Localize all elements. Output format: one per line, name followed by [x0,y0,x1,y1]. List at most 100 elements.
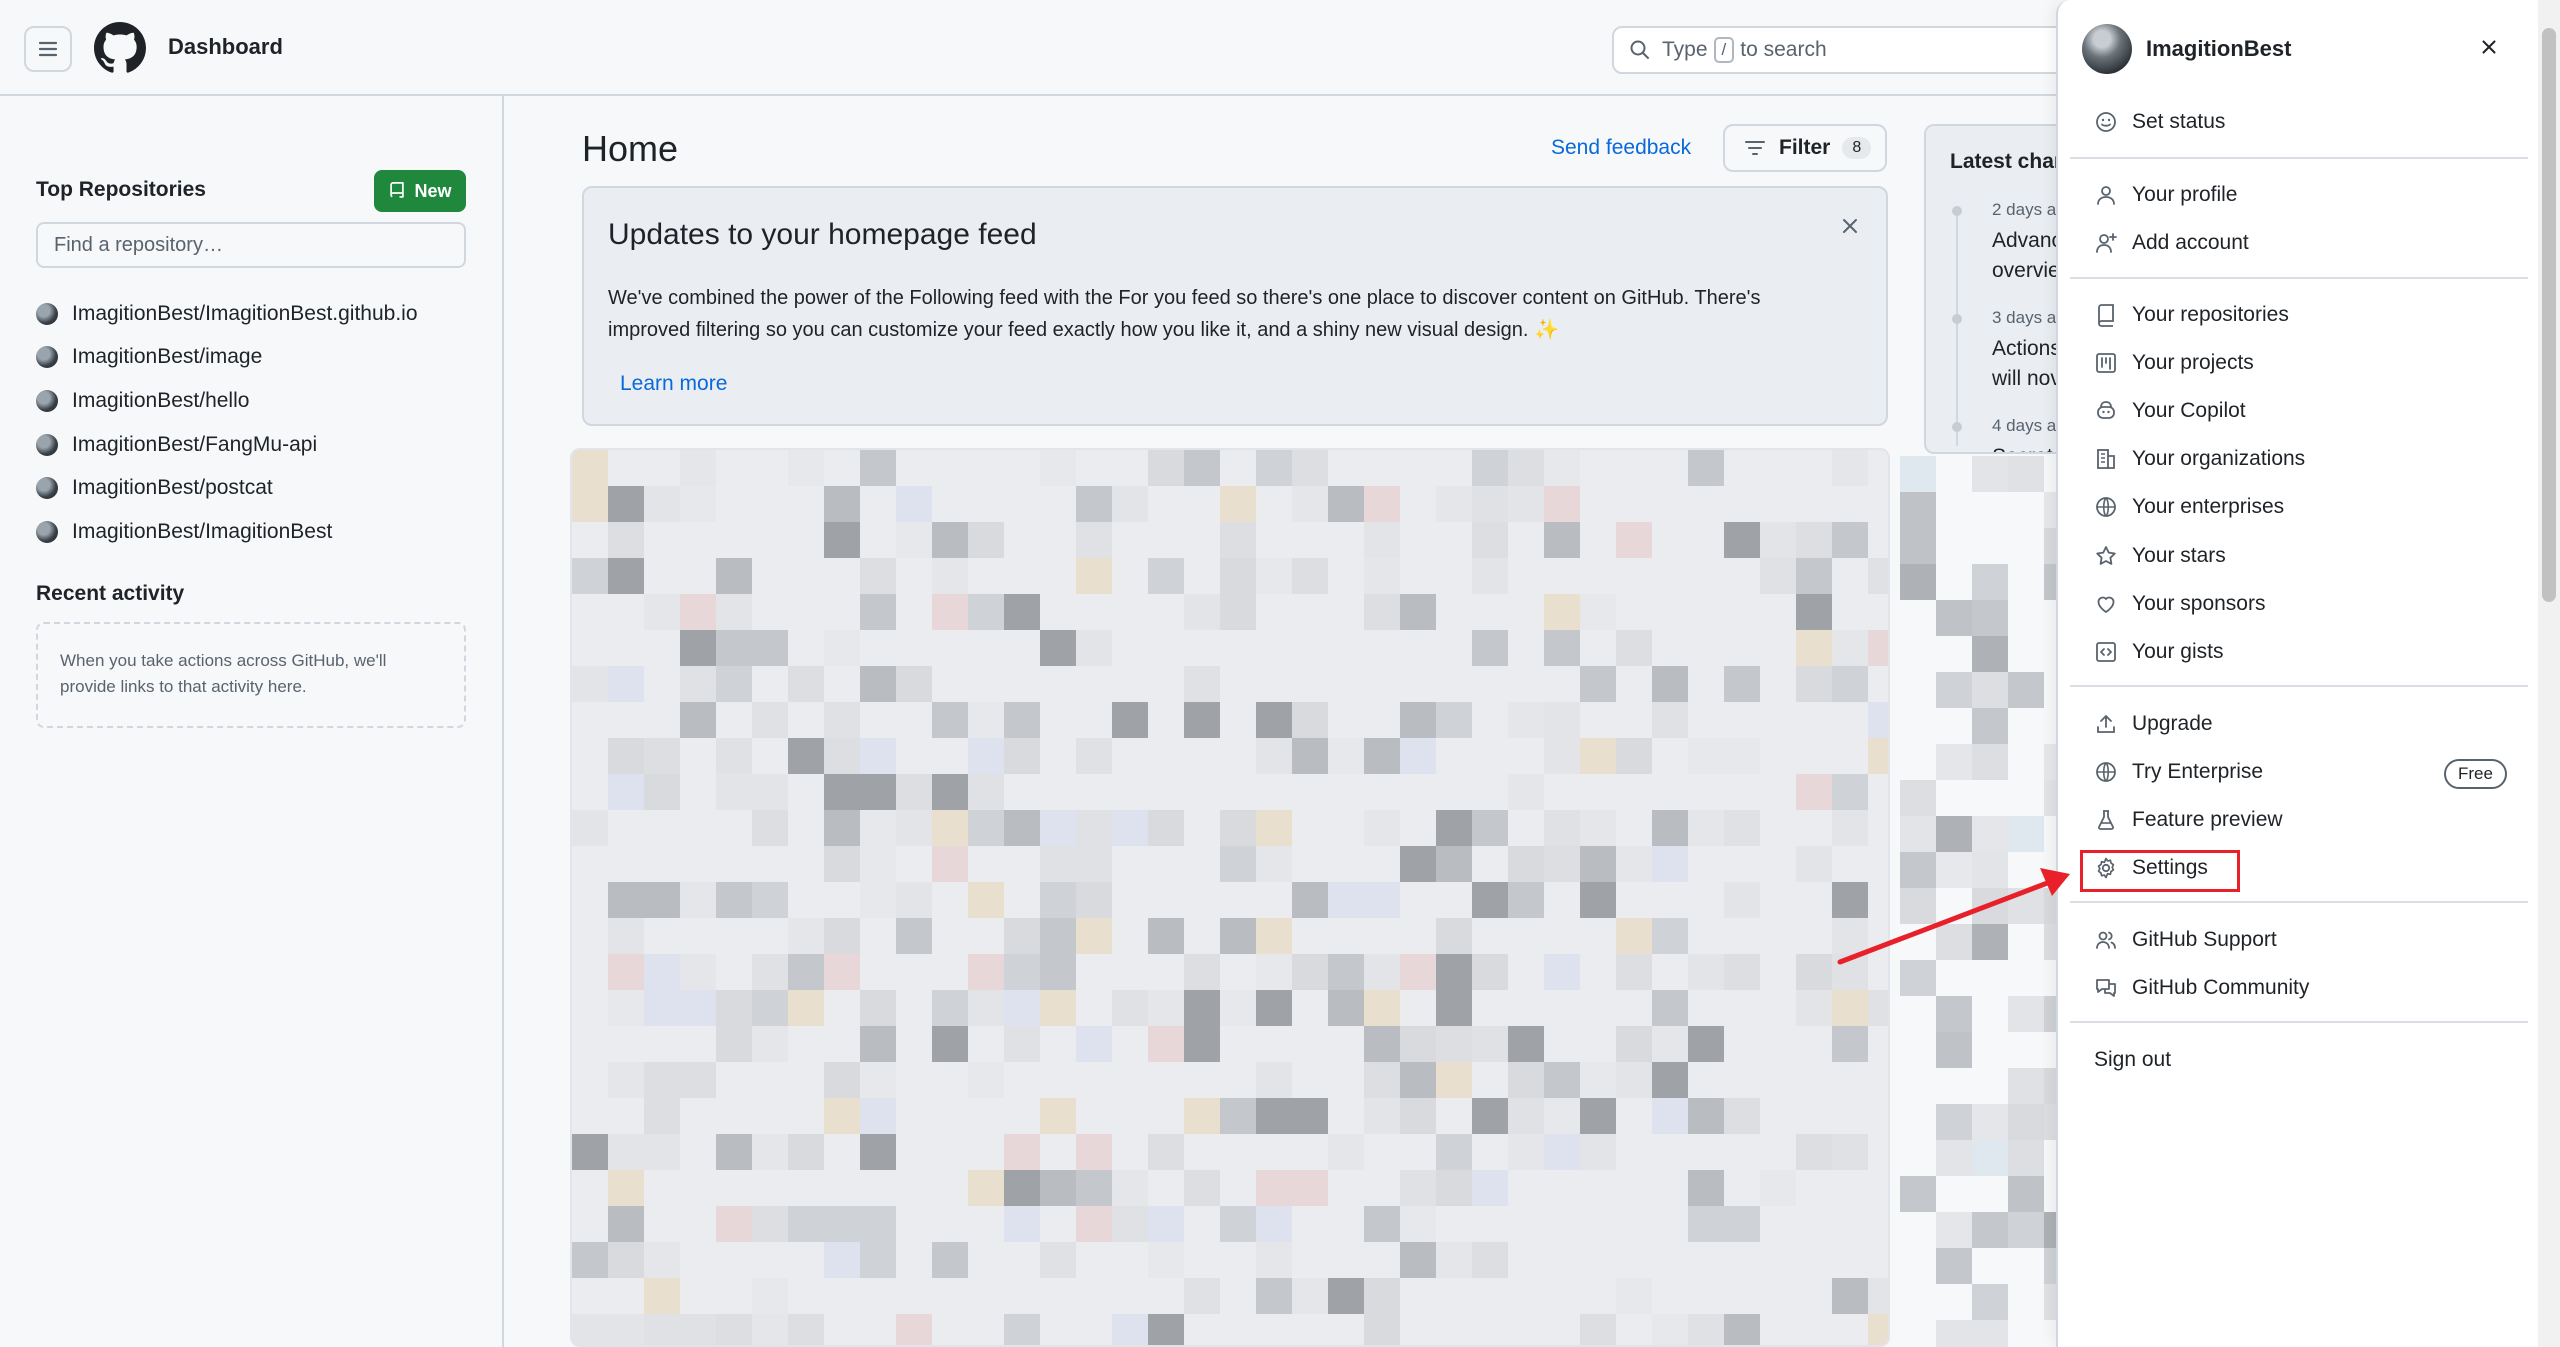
menu-item-your-organizations[interactable]: Your organizations [2094,439,2305,479]
search-input[interactable]: Type / to search [1612,26,2072,74]
repo-link[interactable]: ImagitionBest/image [36,336,418,380]
repo-link[interactable]: ImagitionBest/ImagitionBest [36,510,418,554]
blur-pixel [680,1314,716,1345]
blur-pixel [1076,486,1112,522]
blur-pixel [860,882,896,918]
blur-pixel [1832,1278,1868,1314]
blur-pixel [1972,816,2008,852]
blur-pixel [1004,1170,1040,1206]
menu-item-your-profile[interactable]: Your profile [2094,175,2237,215]
blur-pixel [2008,1212,2044,1248]
menu-item-your-sponsors[interactable]: Your sponsors [2094,584,2265,624]
blur-pixel [1544,630,1580,666]
blur-pixel [824,1098,860,1134]
menu-item-feature-preview[interactable]: Feature preview [2094,800,2283,840]
blur-pixel [860,1026,896,1062]
blur-pixel [1292,702,1328,738]
blur-pixel [1832,630,1868,666]
blur-pixel [860,990,896,1026]
blur-pixel [1328,954,1364,990]
change-title[interactable]: Actions [1992,334,2061,364]
blur-pixel [1148,990,1184,1026]
blur-pixel [1040,882,1076,918]
blur-pixel [1472,1242,1508,1278]
blur-pixel [1900,492,1936,528]
menu-item-sign-out[interactable]: Sign out [2094,1040,2171,1080]
menu-item-try-enterprise[interactable]: Try Enterprise [2094,752,2263,792]
send-feedback-link[interactable]: Send feedback [1551,136,1691,160]
blur-pixel [1256,810,1292,846]
blur-pixel [752,1134,788,1170]
blur-pixel [644,882,680,918]
blur-pixel [1832,810,1868,846]
blur-pixel [1508,882,1544,918]
blur-pixel [1184,1170,1220,1206]
blur-pixel [1796,630,1832,666]
repo-link[interactable]: ImagitionBest/hello [36,379,418,423]
search-prefix-text: Type [1662,38,1708,61]
blur-pixel [824,486,860,522]
blur-pixel [1256,1206,1292,1242]
repo-link[interactable]: ImagitionBest/ImagitionBest.github.io [36,292,418,336]
github-logo-icon[interactable] [94,22,146,74]
close-icon[interactable] [1838,214,1862,238]
repo-link[interactable]: ImagitionBest/FangMu-api [36,423,418,467]
menu-item-your-gists[interactable]: Your gists [2094,632,2223,672]
menu-item-set-status[interactable]: Set status [2094,102,2225,142]
blur-pixel [860,1134,896,1170]
find-repository-input[interactable]: Find a repository… [36,222,466,268]
blur-pixel [1616,918,1652,954]
blur-pixel [896,1314,932,1345]
menu-item-upgrade[interactable]: Upgrade [2094,704,2213,744]
vertical-scrollbar[interactable] [2538,0,2560,1347]
change-title[interactable]: Advanc [1992,226,2062,256]
repo-link[interactable]: ImagitionBest/postcat [36,466,418,510]
blur-pixel [1936,1320,1972,1347]
blur-pixel [1004,738,1040,774]
filter-button[interactable]: Filter 8 [1723,124,1887,172]
menu-item-your-projects[interactable]: Your projects [2094,343,2254,383]
blur-pixel [1436,954,1472,990]
blur-pixel [1220,522,1256,558]
change-title[interactable]: will nov [1992,364,2061,394]
change-title[interactable]: overvie [1992,256,2060,286]
menu-item-github-community[interactable]: GitHub Community [2094,968,2309,1008]
blur-pixel [1076,846,1112,882]
avatar[interactable] [2082,24,2132,74]
blur-pixel [1256,738,1292,774]
filter-label: Filter [1779,136,1831,159]
menu-item-your-stars[interactable]: Your stars [2094,536,2226,576]
blur-pixel [1076,522,1112,558]
blur-pixel [1544,1098,1580,1134]
change-title[interactable]: Secret [1992,442,2053,452]
blur-pixel [788,954,824,990]
scrollbar-thumb[interactable] [2542,28,2556,602]
menu-item-github-support[interactable]: GitHub Support [2094,920,2277,960]
blur-pixel [1148,450,1184,486]
blur-pixel [608,486,644,522]
blur-pixel [1724,1098,1760,1134]
menu-item-add-account[interactable]: Add account [2094,223,2249,263]
menu-item-your-repositories[interactable]: Your repositories [2094,295,2289,335]
blur-pixel [2008,1140,2044,1176]
new-repository-button[interactable]: New [374,170,466,212]
menu-item-your-copilot[interactable]: Your Copilot [2094,391,2246,431]
blur-pixel [1256,954,1292,990]
hamburger-menu-button[interactable] [24,26,72,72]
menu-item-label: Your enterprises [2132,495,2285,518]
close-icon[interactable] [2478,36,2500,58]
blur-pixel [1544,846,1580,882]
repo-name: ImagitionBest/hello [72,388,250,412]
latest-changes-card: Latest chan 2 days a Advanc overvie 3 da… [1924,124,2074,454]
menu-item-your-enterprises[interactable]: Your enterprises [2094,487,2284,527]
blur-pixel [1328,486,1364,522]
blur-pixel [1076,738,1112,774]
blur-pixel [1652,810,1688,846]
blur-pixel [1972,1104,2008,1140]
blur-pixel [1364,1314,1400,1345]
learn-more-link[interactable]: Learn more [620,372,727,396]
blur-pixel [1400,954,1436,990]
page-context-title[interactable]: Dashboard [168,34,283,60]
blur-pixel [2008,1068,2044,1104]
blur-pixel [1900,780,1936,816]
